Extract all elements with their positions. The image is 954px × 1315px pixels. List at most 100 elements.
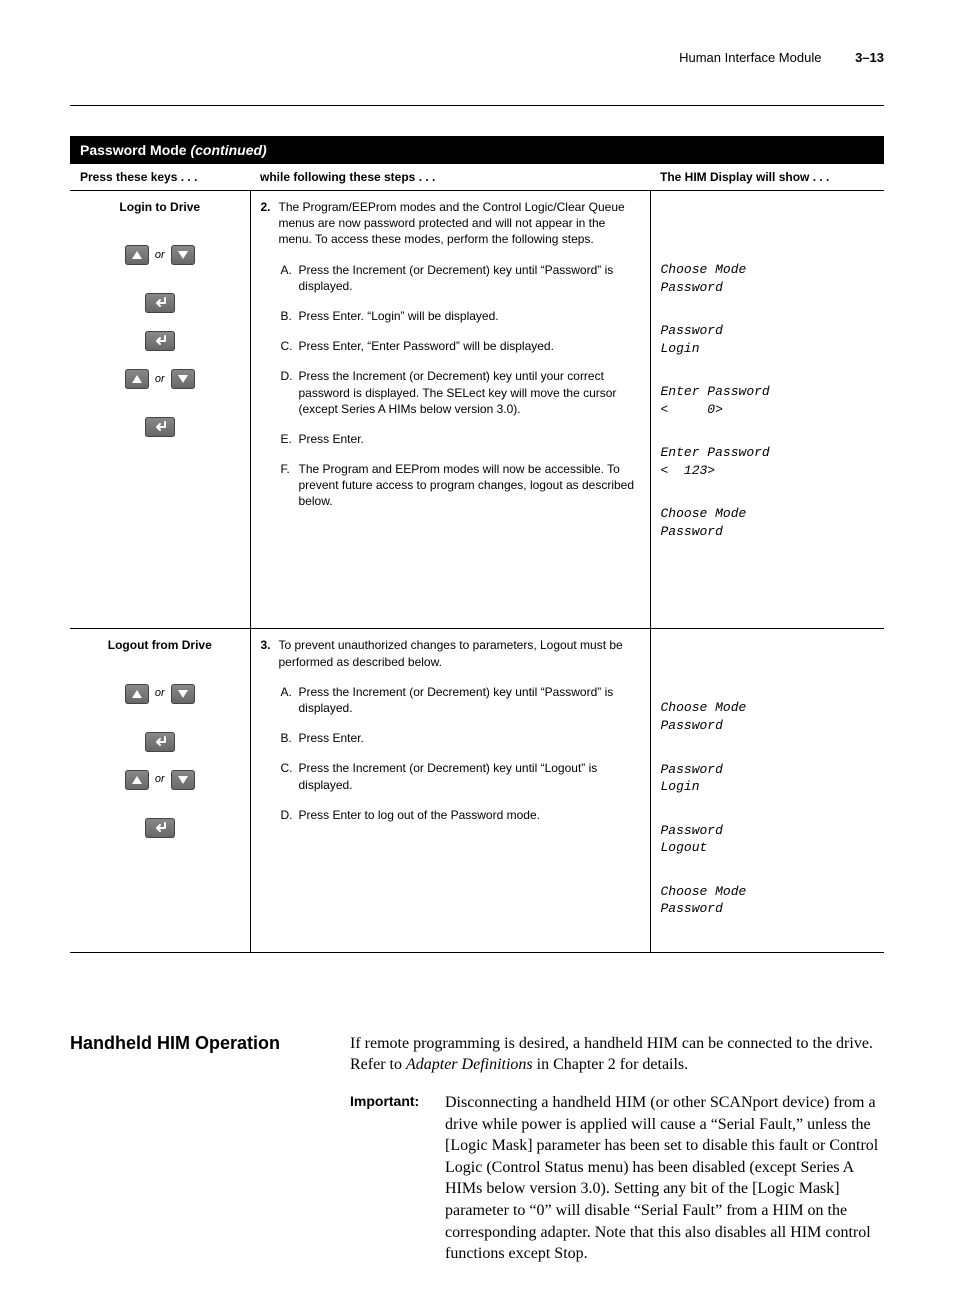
increment-key-icon [125,245,149,265]
section-intro: If remote programming is desired, a hand… [350,1033,884,1076]
substep-label: D. [281,368,299,384]
him-display: Enter Password< 123> [661,444,875,479]
enter-key-icon [145,331,175,351]
increment-key-icon [125,369,149,389]
table-header-row: Press these keys . . . while following t… [70,164,884,191]
col-header-display: The HIM Display will show . . . [650,164,884,191]
header-title: Human Interface Module [679,50,821,65]
enter-key [80,331,240,351]
table-title: Password Mode [80,142,187,158]
him-line1: Password [661,822,875,840]
table-title-suffix: (continued) [190,142,266,158]
substep: B.Press Enter. [281,730,640,746]
him-display: Choose ModePassword [661,883,875,918]
increment-decrement-keys: or [80,770,240,790]
substep: B.Press Enter. “Login” will be displayed… [281,308,640,324]
or-text: or [155,372,165,387]
substep-text: Press Enter to log out of the Password m… [299,807,636,823]
row-heading: Logout from Drive [80,637,240,653]
or-text: or [155,248,165,263]
substep-label: B. [281,730,299,746]
him-line2: Password [661,900,875,918]
important-body: Disconnecting a handheld HIM (or other S… [445,1092,884,1265]
enter-key [80,417,240,437]
substep-label: C. [281,760,299,776]
substep: F.The Program and EEProm modes will now … [281,461,640,510]
password-mode-table: Password Mode (continued) Press these ke… [70,136,884,953]
substep-label: B. [281,308,299,324]
substep-text: The Program and EEProm modes will now be… [299,461,636,510]
him-line2: Password [661,279,875,297]
substep-text: Press the Increment (or Decrement) key u… [299,760,636,792]
enter-key-icon [145,417,175,437]
increment-key-icon [125,684,149,704]
or-text: or [155,772,165,787]
him-line1: Password [661,761,875,779]
substep-label: A. [281,262,299,278]
him-line1: Choose Mode [661,883,875,901]
increment-decrement-keys: or [80,684,240,704]
section-heading: Handheld HIM Operation [70,1033,350,1054]
substep-text: Press Enter. [299,431,636,447]
decrement-key-icon [171,369,195,389]
substep-label: C. [281,338,299,354]
him-line1: Password [661,322,875,340]
increment-decrement-keys: or [80,245,240,265]
enter-key-icon [145,732,175,752]
page-header: Human Interface Module 3–13 [70,50,884,65]
important-label: Important: [350,1092,445,1265]
step-number: 3. [261,637,279,653]
increment-key-icon [125,770,149,790]
table-title-row: Password Mode (continued) [70,136,884,164]
substep-label: D. [281,807,299,823]
him-line1: Choose Mode [661,699,875,717]
step-intro: To prevent unauthorized changes to param… [279,637,636,669]
substep-text: Press the Increment (or Decrement) key u… [299,262,636,294]
substep: C.Press the Increment (or Decrement) key… [281,760,640,792]
him-line2: Logout [661,839,875,857]
page-number: 3–13 [855,50,884,65]
enter-key [80,293,240,313]
step-intro: The Program/EEProm modes and the Control… [279,199,636,248]
enter-key-icon [145,293,175,313]
important-note: Important: Disconnecting a handheld HIM … [350,1092,884,1265]
him-line1: Enter Password [661,383,875,401]
header-rule [70,105,884,106]
step-number: 2. [261,199,279,215]
substep: A.Press the Increment (or Decrement) key… [281,684,640,716]
him-line2: Password [661,523,875,541]
col-header-steps: while following these steps . . . [250,164,650,191]
substep-text: Press Enter, “Enter Password” will be di… [299,338,636,354]
him-display: PasswordLogin [661,322,875,357]
him-line1: Choose Mode [661,505,875,523]
him-line2: < 123> [661,462,875,480]
enter-key-icon [145,818,175,838]
substep-text: Press Enter. [299,730,636,746]
him-line2: < 0> [661,401,875,419]
substep: D.Press the Increment (or Decrement) key… [281,368,640,417]
enter-key [80,732,240,752]
substep: C.Press Enter, “Enter Password” will be … [281,338,640,354]
enter-key [80,818,240,838]
substep-label: E. [281,431,299,447]
substep: A.Press the Increment (or Decrement) key… [281,262,640,294]
him-line1: Choose Mode [661,261,875,279]
substep: E.Press Enter. [281,431,640,447]
him-display: Enter Password< 0> [661,383,875,418]
him-display: Choose ModePassword [661,699,875,734]
decrement-key-icon [171,684,195,704]
him-line1: Enter Password [661,444,875,462]
increment-decrement-keys: or [80,369,240,389]
handheld-section: Handheld HIM Operation If remote program… [70,1033,884,1265]
substep-label: F. [281,461,299,477]
him-display: Choose ModePassword [661,261,875,296]
row-heading: Login to Drive [80,199,240,215]
decrement-key-icon [171,245,195,265]
substep-label: A. [281,684,299,700]
or-text: or [155,686,165,701]
substep-text: Press the Increment (or Decrement) key u… [299,684,636,716]
substep-text: Press the Increment (or Decrement) key u… [299,368,636,417]
col-header-keys: Press these keys . . . [70,164,250,191]
him-line2: Password [661,717,875,735]
him-display: PasswordLogout [661,822,875,857]
